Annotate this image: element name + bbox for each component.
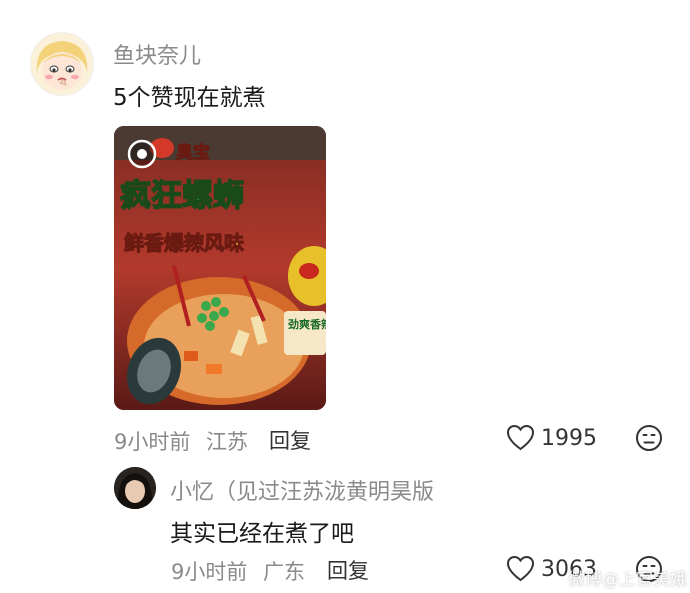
comment-location: 江苏 [206, 430, 248, 454]
reply-like-icon[interactable] [506, 555, 535, 583]
reply-text: 其实已经在煮了吧 [170, 521, 354, 547]
reply-reply-button[interactable]: 回复 [327, 555, 369, 585]
reply-location: 广东 [263, 560, 305, 584]
cartoon-girl-avatar-icon [31, 33, 93, 95]
commenter-avatar[interactable] [30, 32, 94, 96]
comment-time: 9小时前 [114, 430, 191, 454]
like-icon[interactable] [506, 424, 535, 452]
dark-hair-avatar-icon [114, 467, 156, 509]
package-flavor-text: 鲜香爆辣风味 [124, 231, 244, 255]
reply-user-avatar[interactable] [114, 467, 156, 509]
reply-username[interactable]: 小忆（见过汪苏泷黄明昊版 [170, 474, 434, 506]
comment-text: 5个赞现在就煮 [113, 85, 266, 111]
reply-time: 9小时前 [171, 560, 248, 584]
comment-photo[interactable]: 臭宝 疯狂螺蛳 鲜香爆辣风味 劲爽香辣 [114, 126, 326, 410]
dislike-face-icon[interactable] [635, 424, 663, 452]
package-badge-text: 劲爽香辣 [288, 317, 326, 331]
reply-button[interactable]: 回复 [269, 425, 311, 455]
commenter-username[interactable]: 鱼块奈儿 [113, 38, 201, 70]
noodle-package-image: 臭宝 疯狂螺蛳 鲜香爆辣风味 劲爽香辣 [114, 126, 326, 410]
package-product-name: 疯狂螺蛳 [120, 178, 244, 214]
package-brand-text: 臭宝 [176, 142, 210, 163]
like-count: 1995 [541, 426, 597, 451]
watermark-text: 微博@上官美娥 [568, 570, 687, 590]
